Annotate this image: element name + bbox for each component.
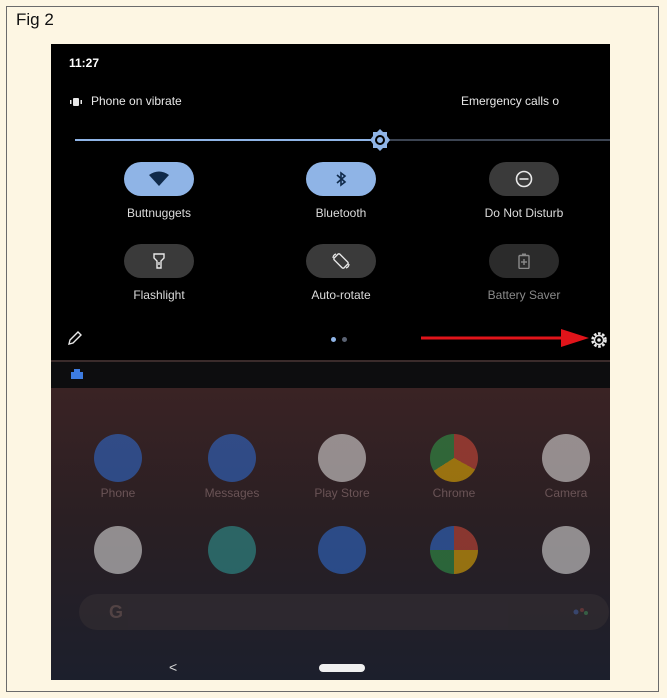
app-phone[interactable]: Phone	[73, 434, 163, 500]
play-icon	[208, 526, 256, 574]
status-time: 11:27	[69, 56, 100, 70]
assistant-icon[interactable]	[573, 607, 589, 617]
nav-home-button[interactable]	[319, 664, 365, 672]
notification-icon	[71, 369, 83, 379]
app-camera[interactable]: Camera	[521, 434, 610, 500]
figure-label: Fig 2	[16, 10, 54, 29]
bluetooth-icon	[306, 162, 376, 196]
tile-battery-saver[interactable]: Battery Saver	[464, 244, 584, 302]
app-play-store[interactable]: Play Store	[297, 434, 387, 500]
wifi-icon	[124, 162, 194, 196]
page-dot	[331, 337, 336, 342]
google-logo-icon: G	[109, 602, 124, 622]
tile-label-battery-saver: Battery Saver	[487, 288, 561, 302]
auto-rotate-icon	[306, 244, 376, 278]
gmail-icon	[94, 526, 142, 574]
photos-icon	[430, 526, 478, 574]
youtube-icon	[542, 526, 590, 574]
vibrate-label: Phone on vibrate	[91, 94, 182, 108]
app-label-chrome: Chrome	[432, 486, 476, 500]
tile-wifi[interactable]: Buttnuggets	[99, 162, 219, 220]
brightness-fill	[75, 139, 380, 141]
tile-label-auto-rotate: Auto-rotate	[311, 288, 371, 302]
tile-label-do-not-disturb: Do Not Disturb	[484, 206, 564, 220]
emergency-calls-text: Emergency calls o	[461, 94, 560, 108]
camera-icon	[542, 434, 590, 482]
vibrate-icon	[69, 96, 83, 106]
brightness-slider[interactable]	[75, 139, 610, 141]
app-chrome[interactable]: Chrome	[409, 434, 499, 500]
phone-icon	[94, 434, 142, 482]
edit-pencil-icon[interactable]	[67, 330, 83, 346]
chrome-icon	[430, 434, 478, 482]
app-messages[interactable]: Messages	[187, 434, 277, 500]
dock-gmail[interactable]	[73, 526, 163, 574]
dock-play[interactable]	[187, 526, 277, 574]
notification-strip	[51, 362, 610, 388]
phone-screen: 11:27 Phone on vibrate Emergency calls o	[51, 44, 610, 680]
dock-settings[interactable]	[297, 526, 387, 574]
dock-youtube[interactable]	[521, 526, 610, 574]
settings-app-icon	[318, 526, 366, 574]
tile-auto-rotate[interactable]: Auto-rotate	[281, 244, 401, 302]
tile-flashlight[interactable]: Flashlight	[99, 244, 219, 302]
flashlight-icon	[124, 244, 194, 278]
page-indicator	[331, 337, 347, 342]
tile-do-not-disturb[interactable]: Do Not Disturb	[464, 162, 584, 220]
battery-saver-icon	[489, 244, 559, 278]
dock-photos[interactable]	[409, 526, 499, 574]
settings-gear-icon[interactable]	[589, 330, 609, 350]
quick-settings-panel: 11:27 Phone on vibrate Emergency calls o	[51, 44, 610, 360]
app-label-camera: Camera	[544, 486, 588, 500]
app-label-phone: Phone	[100, 486, 136, 500]
google-search-bar[interactable]: G	[79, 594, 609, 630]
tile-label-bluetooth: Bluetooth	[315, 206, 367, 220]
red-arrow-annotation	[421, 329, 589, 347]
brightness-icon[interactable]	[367, 128, 393, 152]
do-not-disturb-icon	[489, 162, 559, 196]
vibrate-status[interactable]: Phone on vibrate	[69, 94, 182, 108]
app-label-messages: Messages	[204, 486, 260, 500]
home-screen: Phone Messages Play Store Chrome Camera	[51, 388, 610, 680]
tile-label-wifi: Buttnuggets	[126, 206, 192, 220]
app-label-play-store: Play Store	[314, 486, 370, 500]
tile-bluetooth[interactable]: Bluetooth	[281, 162, 401, 220]
play-store-icon	[318, 434, 366, 482]
tile-label-flashlight: Flashlight	[133, 288, 185, 302]
page-dot	[342, 337, 347, 342]
nav-back-button[interactable]: <	[169, 659, 177, 675]
messages-icon	[208, 434, 256, 482]
